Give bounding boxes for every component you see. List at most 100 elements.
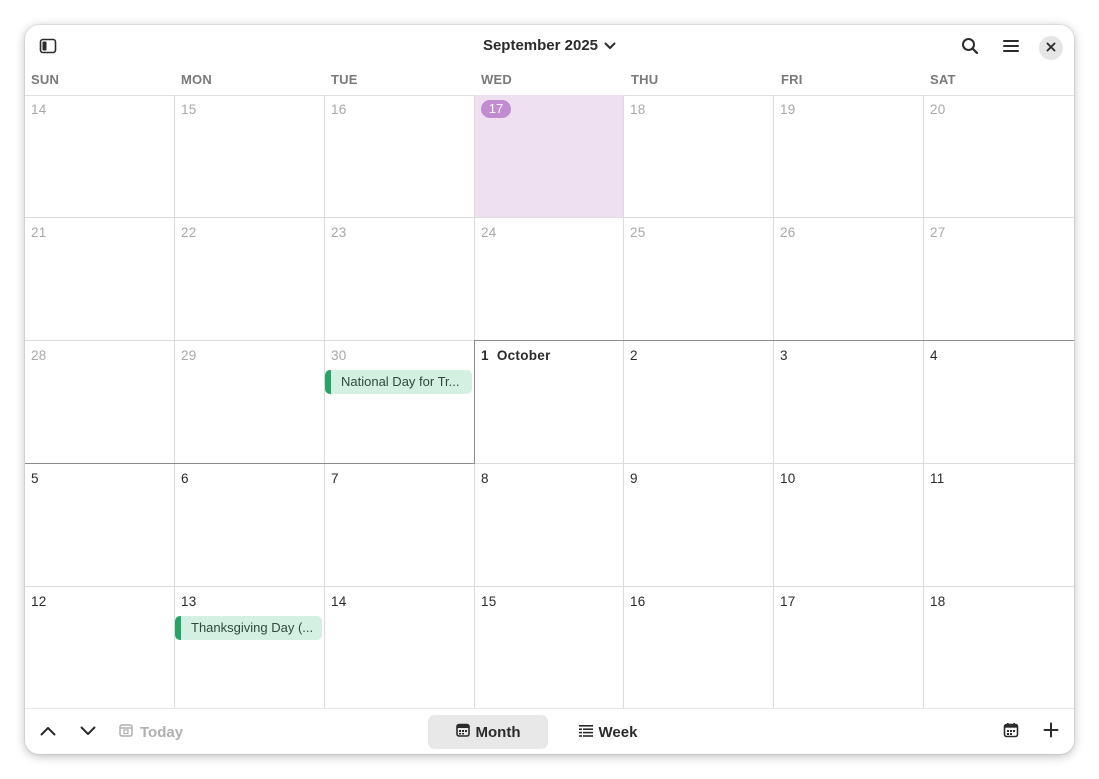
previous-button[interactable]	[33, 717, 63, 747]
day-cell[interactable]: 13	[175, 587, 325, 708]
day-number: 7	[331, 471, 339, 486]
weekday-label: SUN	[31, 72, 60, 87]
day-cell[interactable]: 14	[325, 587, 475, 708]
calendar-window: September 2025 SUN MON TUE WED THU FRI S…	[25, 25, 1074, 754]
day-number: 20	[930, 102, 946, 117]
day-number: 15	[181, 102, 197, 117]
day-number: 4	[930, 348, 938, 363]
calendar-month-icon	[455, 723, 470, 741]
day-cell[interactable]: 5	[25, 464, 175, 587]
day-number: 15	[481, 594, 497, 609]
month-title-button[interactable]: September 2025	[25, 37, 1074, 54]
day-cell[interactable]: 11	[924, 464, 1074, 587]
day-number: 12	[31, 594, 47, 609]
day-number: 18	[930, 594, 946, 609]
day-cell[interactable]: 16	[624, 587, 774, 708]
day-cell[interactable]: 18	[624, 95, 774, 218]
calendar-week-icon	[578, 724, 593, 741]
grid-line	[773, 95, 774, 708]
month-grid: 14 15 16 17 18 19 20 21 22 23 24 25 26 2…	[25, 95, 1074, 708]
day-number: 14	[31, 102, 47, 117]
close-icon	[1046, 39, 1056, 57]
day-cell[interactable]: 14	[25, 95, 175, 218]
day-cell[interactable]: 24	[475, 218, 624, 341]
day-cell[interactable]: 30	[325, 341, 475, 464]
week-view-button[interactable]: Week	[568, 715, 648, 749]
day-number: 24	[481, 225, 497, 240]
grid-line	[923, 95, 924, 708]
day-cell[interactable]: 9	[624, 464, 774, 587]
day-cell[interactable]: 3	[774, 341, 924, 464]
main-menu-button[interactable]	[994, 34, 1028, 62]
day-cell[interactable]: 4	[924, 341, 1074, 464]
month-boundary-line	[474, 340, 1074, 341]
day-cell[interactable]: 6	[175, 464, 325, 587]
day-cell[interactable]: 23	[325, 218, 475, 341]
day-cell[interactable]: 19	[774, 95, 924, 218]
month-title: September 2025	[482, 37, 599, 54]
day-cell[interactable]: 12	[25, 587, 175, 708]
day-number: 28	[31, 348, 47, 363]
day-cell[interactable]: 15	[475, 587, 624, 708]
day-number: 16	[630, 594, 646, 609]
day-cell[interactable]: 22	[175, 218, 325, 341]
add-event-button[interactable]	[1036, 717, 1066, 747]
day-number: 22	[181, 225, 197, 240]
month-boundary-line	[474, 340, 475, 464]
day-cell[interactable]: 25	[624, 218, 774, 341]
search-button[interactable]	[953, 34, 987, 62]
day-cell[interactable]: 16	[325, 95, 475, 218]
search-icon	[961, 37, 979, 60]
grid-line	[174, 95, 175, 708]
day-cell[interactable]: 17	[774, 587, 924, 708]
day-cell-today[interactable]: 17	[475, 95, 624, 218]
hamburger-menu-icon	[1003, 39, 1019, 58]
day-number: 19	[780, 102, 796, 117]
day-number: 21	[31, 225, 47, 240]
day-number: 25	[630, 225, 646, 240]
calendar-today-icon	[119, 723, 133, 741]
day-cell[interactable]: 10	[774, 464, 924, 587]
day-cell[interactable]: 2	[624, 341, 774, 464]
day-cell[interactable]: 29	[175, 341, 325, 464]
day-cell[interactable]: 15	[175, 95, 325, 218]
month-view-button[interactable]: Month	[428, 715, 548, 749]
weekday-label: FRI	[781, 72, 803, 87]
today-button[interactable]: Today	[119, 717, 183, 747]
week-view-label: Week	[598, 723, 638, 741]
day-cell[interactable]: 26	[774, 218, 924, 341]
day-number: 13	[181, 594, 197, 609]
event-thanksgiving[interactable]: Thanksgiving Day (...	[175, 616, 322, 640]
day-number: 30	[331, 348, 347, 363]
day-number: 5	[31, 471, 39, 486]
next-button[interactable]	[73, 717, 103, 747]
grid-line	[324, 95, 325, 708]
grid-line	[25, 586, 1074, 587]
day-cell[interactable]: 20	[924, 95, 1074, 218]
chevron-down-icon	[80, 723, 96, 741]
day-cell[interactable]: 8	[475, 464, 624, 587]
grid-line	[25, 217, 1074, 218]
day-number: 17	[780, 594, 796, 609]
day-number: 14	[331, 594, 347, 609]
day-number: 3	[780, 348, 788, 363]
day-cell[interactable]: 7	[325, 464, 475, 587]
chevron-up-icon	[40, 723, 56, 741]
month-view-label: Month	[475, 723, 521, 741]
day-number: 26	[780, 225, 796, 240]
grid-line	[623, 95, 624, 708]
day-cell[interactable]: 1 October	[475, 341, 624, 464]
bottom-toolbar: Today Month Week	[25, 708, 1074, 754]
day-number: 9	[630, 471, 638, 486]
day-number-value: 1	[481, 348, 489, 363]
close-button[interactable]	[1039, 36, 1063, 60]
event-national-day[interactable]: National Day for Tr...	[325, 370, 472, 394]
day-cell[interactable]: 27	[924, 218, 1074, 341]
today-label: Today	[140, 723, 184, 741]
day-cell[interactable]: 21	[25, 218, 175, 341]
calendar-icon	[1003, 722, 1019, 743]
day-cell[interactable]: 18	[924, 587, 1074, 708]
date-picker-button[interactable]	[996, 717, 1026, 747]
day-number: 16	[331, 102, 347, 117]
day-cell[interactable]: 28	[25, 341, 175, 464]
